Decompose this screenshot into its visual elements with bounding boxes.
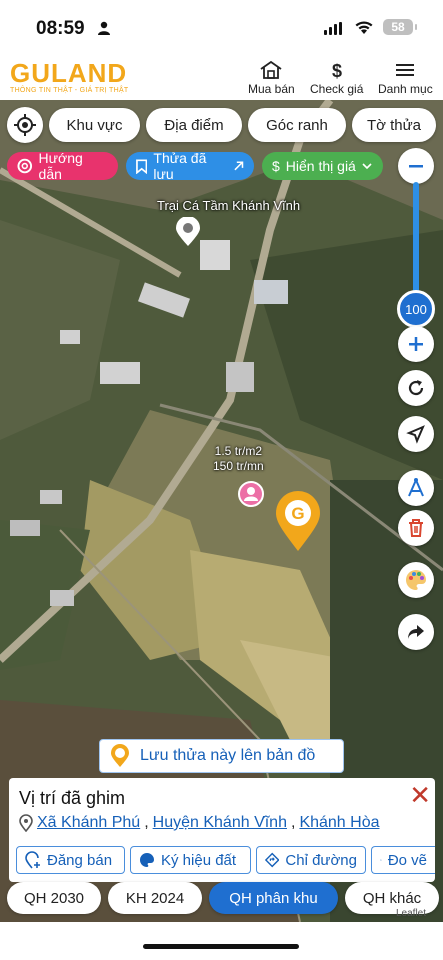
- location-marker-icon[interactable]: [175, 217, 201, 247]
- crosshair-icon: [14, 114, 36, 136]
- delete-button[interactable]: [398, 510, 434, 546]
- palette-icon: [406, 570, 426, 590]
- directions-label: Chỉ đường: [285, 851, 357, 869]
- save-parcel-banner[interactable]: Lưu thửa này lên bản đồ: [99, 739, 344, 773]
- palette-small-icon: [140, 853, 154, 867]
- zoom-level-indicator[interactable]: 100: [397, 290, 435, 328]
- tab-qh-zone[interactable]: QH phân khu: [209, 882, 338, 914]
- app-tagline: THÔNG TIN THẬT - GIÁ TRỊ THẬT: [10, 87, 129, 94]
- compass-draw-icon: [408, 478, 424, 497]
- status-bar: 08:59 58: [0, 0, 443, 52]
- person-icon: [98, 21, 110, 35]
- pinned-location-marker-icon[interactable]: G: [274, 490, 322, 552]
- guland-pin-icon: [111, 744, 129, 767]
- measure-button[interactable]: Đo vẽ: [371, 846, 435, 874]
- dollar-icon: $: [332, 61, 342, 80]
- nav-buy-sell[interactable]: Mua bán: [248, 60, 295, 96]
- filter-place-button[interactable]: Địa điểm: [146, 108, 242, 142]
- cellular-signal-icon: [324, 22, 342, 35]
- map-pin-icon: [19, 814, 33, 832]
- app-logo[interactable]: GULAND: [10, 58, 127, 89]
- directions-button[interactable]: Chỉ đường: [256, 846, 366, 874]
- tab-kh-2024[interactable]: KH 2024: [108, 882, 202, 914]
- nav-check-price-label: Check giá: [310, 82, 364, 96]
- save-parcel-label: Lưu thửa này lên bản đồ: [140, 747, 316, 764]
- zoom-out-button[interactable]: [398, 148, 434, 184]
- arrow-up-right-icon: [233, 161, 243, 171]
- district-link[interactable]: Huyện Khánh Vĩnh: [153, 814, 287, 832]
- filter-sheet-button[interactable]: Tờ thửa: [352, 108, 436, 142]
- measure-label: Đo vẽ: [387, 851, 427, 869]
- map-attribution[interactable]: Leaflet: [396, 908, 426, 919]
- saved-parcels-button[interactable]: Thửa đã lưu: [126, 150, 254, 182]
- zoom-in-button[interactable]: [398, 326, 434, 362]
- guide-button[interactable]: Hướng dẫn: [7, 150, 118, 182]
- post-sale-button[interactable]: Đăng bán: [16, 846, 125, 874]
- price-per-m2: 1.5 tr/m2: [214, 444, 263, 458]
- wifi-icon: [355, 21, 373, 34]
- refresh-button[interactable]: [398, 370, 434, 406]
- app-header: GULAND THÔNG TIN THẬT - GIÁ TRỊ THẬT Mua…: [0, 52, 443, 100]
- trash-icon: [409, 519, 423, 537]
- share-button[interactable]: [398, 614, 434, 650]
- panel-title: Vị trí đã ghim: [19, 788, 126, 808]
- nav-menu[interactable]: Danh mục: [378, 60, 433, 96]
- land-symbol-button[interactable]: Ký hiệu đất: [130, 846, 251, 874]
- pinned-location-panel: Vị trí đã ghim ✕ Xã Khánh Phú, Huyện Khá…: [9, 778, 435, 882]
- nav-menu-label: Danh mục: [378, 82, 433, 96]
- refresh-icon: [408, 380, 424, 396]
- zoom-slider-track[interactable]: [413, 182, 419, 294]
- share-arrow-icon: [408, 625, 424, 639]
- tab-qh-2030[interactable]: QH 2030: [7, 882, 101, 914]
- ward-link[interactable]: Xã Khánh Phú: [37, 814, 140, 832]
- address-row: Xã Khánh Phú, Huyện Khánh Vĩnh, Khánh Hò…: [19, 814, 380, 832]
- house-icon: [260, 60, 282, 79]
- chevron-down-icon: [362, 163, 372, 170]
- filter-corner-button[interactable]: Góc ranh: [248, 108, 346, 142]
- home-indicator[interactable]: [143, 944, 299, 949]
- navigate-button[interactable]: [398, 416, 434, 452]
- province-link[interactable]: Khánh Hòa: [299, 814, 379, 832]
- locate-me-button[interactable]: [7, 107, 43, 143]
- place-name-label: Trại Cá Tầm Khánh Vĩnh: [157, 198, 301, 213]
- navigation-arrow-icon: [406, 425, 425, 444]
- map-style-button[interactable]: [398, 562, 434, 598]
- pin-plus-icon: [25, 851, 40, 869]
- svg-text:G: G: [291, 504, 304, 523]
- svg-text:$: $: [332, 61, 342, 80]
- filter-area-button[interactable]: Khu vực: [49, 108, 140, 142]
- dollar-sign-icon: $: [272, 158, 280, 174]
- measure-tool-button[interactable]: [398, 470, 434, 506]
- bookmark-icon: [136, 158, 148, 174]
- directions-icon: [265, 852, 280, 868]
- user-avatar-icon[interactable]: [238, 481, 264, 507]
- nav-check-price[interactable]: $ Check giá: [310, 60, 363, 96]
- show-price-dropdown[interactable]: $ Hiển thị giá: [262, 152, 383, 180]
- guide-label: Hướng dẫn: [38, 150, 83, 182]
- show-price-label: Hiển thị giá: [285, 158, 356, 174]
- price-label: 1.5 tr/m2 150 tr/mn: [213, 444, 264, 474]
- minus-icon: [409, 165, 423, 168]
- post-sale-label: Đăng bán: [47, 851, 113, 869]
- saved-parcels-label: Thửa đã lưu: [153, 150, 207, 182]
- hamburger-menu-icon: [396, 64, 415, 76]
- measure-icon: [380, 859, 382, 861]
- clock: 08:59: [36, 18, 85, 39]
- price-per-unit: 150 tr/mn: [213, 459, 264, 473]
- land-symbol-label: Ký hiệu đất: [161, 851, 237, 869]
- battery-indicator: 58: [383, 19, 417, 35]
- lifebuoy-icon: [17, 158, 33, 174]
- plus-icon: [409, 337, 423, 351]
- nav-buy-sell-label: Mua bán: [248, 82, 295, 96]
- close-icon[interactable]: ✕: [409, 780, 431, 811]
